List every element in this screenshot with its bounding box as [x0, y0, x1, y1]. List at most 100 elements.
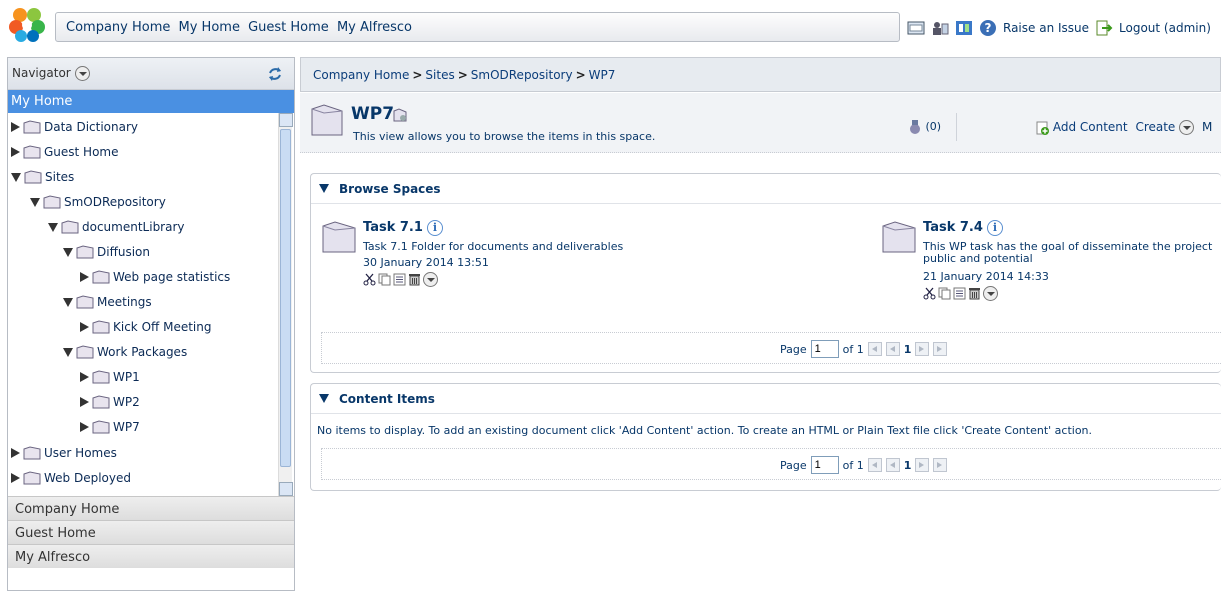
tree-item-wp2[interactable]: WP2: [80, 392, 140, 412]
alfresco-logo-icon[interactable]: [8, 6, 46, 42]
next-page-button[interactable]: [915, 458, 930, 472]
expand-icon[interactable]: [80, 272, 89, 282]
tree-item-guest-home[interactable]: Guest Home: [11, 142, 119, 162]
navigator-dropdown-icon[interactable]: [74, 66, 90, 81]
breadcrumb: Company Home > Sites > SmODRepository > WP7: [300, 57, 1221, 92]
space-folder-icon: [76, 245, 94, 259]
space-item-title[interactable]: Task 7.1 i: [363, 220, 443, 236]
more-actions-menu[interactable]: M: [1202, 120, 1212, 134]
collapse-icon[interactable]: [30, 197, 40, 207]
toggle-shelf-icon[interactable]: [955, 19, 973, 37]
space-item-actions: [363, 272, 438, 287]
tree-item-wp7[interactable]: WP7: [80, 417, 140, 437]
space-item-title-text[interactable]: Task 7.4: [923, 220, 983, 235]
breadcrumb-company-home[interactable]: Company Home: [313, 68, 409, 82]
nav-my-home[interactable]: My Home: [179, 20, 240, 35]
page-number-input[interactable]: [810, 456, 839, 474]
tree-item-work-packages[interactable]: Work Packages: [63, 342, 187, 362]
prev-page-button[interactable]: [885, 458, 900, 472]
help-icon[interactable]: ?: [979, 19, 997, 37]
expand-icon[interactable]: [11, 448, 20, 458]
pager-label: Page: [780, 342, 807, 356]
expand-icon[interactable]: [11, 473, 20, 483]
expand-icon[interactable]: [80, 397, 89, 407]
refresh-icon[interactable]: [266, 65, 284, 83]
tree-item-user-homes[interactable]: User Homes: [11, 443, 117, 463]
scroll-down-button[interactable]: [279, 482, 293, 496]
info-icon[interactable]: i: [426, 220, 443, 236]
expand-icon[interactable]: [11, 147, 20, 157]
add-content-button[interactable]: Add Content: [1053, 120, 1128, 134]
info-icon[interactable]: i: [986, 220, 1003, 236]
sidebar-section-my-home[interactable]: My Home: [8, 90, 294, 113]
copy-icon[interactable]: [938, 287, 951, 300]
nav-guest-home[interactable]: Guest Home: [248, 20, 329, 35]
details-icon[interactable]: [393, 273, 406, 286]
nav-my-alfresco[interactable]: My Alfresco: [337, 20, 412, 35]
collapse-icon[interactable]: [63, 347, 73, 357]
breadcrumb-separator: >: [575, 68, 586, 82]
tree-item-label: WP2: [113, 395, 140, 409]
logout-link[interactable]: Logout (admin): [1119, 21, 1211, 35]
tree-item-web-deployed[interactable]: Web Deployed: [11, 468, 131, 488]
tree-item-diffusion[interactable]: Diffusion: [63, 242, 150, 262]
tree-item-kick-off-meeting[interactable]: Kick Off Meeting: [80, 317, 211, 337]
pager-total: of 1: [842, 458, 864, 472]
user-profile-icon[interactable]: [931, 19, 949, 37]
space-folder-icon[interactable]: [881, 220, 917, 254]
tree-item-data-dictionary[interactable]: Data Dictionary: [11, 117, 138, 137]
rss-feed[interactable]: (0): [908, 119, 941, 135]
tree-item-web-page-statistics[interactable]: Web page statistics: [80, 267, 230, 287]
more-actions-icon[interactable]: [423, 272, 438, 287]
sidebar-section-company-home[interactable]: Company Home: [8, 496, 294, 520]
browse-spaces-header[interactable]: Browse Spaces: [311, 174, 1221, 204]
delete-icon[interactable]: [968, 287, 981, 300]
expand-icon[interactable]: [80, 322, 89, 332]
raise-issue-link[interactable]: Raise an Issue: [1003, 21, 1089, 35]
sidebar-section-guest-home[interactable]: Guest Home: [8, 520, 294, 544]
space-item-title-text[interactable]: Task 7.1: [363, 220, 423, 235]
breadcrumb-sites[interactable]: Sites: [425, 68, 454, 82]
collapse-icon[interactable]: [63, 297, 73, 307]
tree-item-meetings[interactable]: Meetings: [63, 292, 152, 312]
copy-icon[interactable]: [378, 273, 391, 286]
first-page-button[interactable]: [867, 458, 882, 472]
tree-item-smodrepository[interactable]: SmODRepository: [30, 192, 166, 212]
last-page-button[interactable]: [933, 458, 948, 472]
breadcrumb-smodrepository[interactable]: SmODRepository: [471, 68, 573, 82]
cut-icon[interactable]: [923, 287, 936, 300]
cut-icon[interactable]: [363, 273, 376, 286]
space-folder-icon[interactable]: [321, 220, 357, 254]
create-menu[interactable]: Create: [1135, 120, 1175, 134]
expand-icon[interactable]: [80, 422, 89, 432]
expand-icon[interactable]: [11, 122, 20, 132]
collapse-icon[interactable]: [11, 172, 21, 182]
first-page-button[interactable]: [867, 342, 882, 356]
details-icon[interactable]: [953, 287, 966, 300]
collapse-icon[interactable]: [319, 184, 329, 193]
tree-scrollbar[interactable]: [278, 113, 293, 496]
collapse-icon[interactable]: [63, 247, 73, 257]
tree-item-wp1[interactable]: WP1: [80, 367, 140, 387]
admin-console-icon[interactable]: [907, 19, 925, 37]
expand-icon[interactable]: [80, 372, 89, 382]
space-details-icon[interactable]: [392, 107, 408, 123]
delete-icon[interactable]: [408, 273, 421, 286]
nav-company-home[interactable]: Company Home: [66, 20, 170, 35]
prev-page-button[interactable]: [885, 342, 900, 356]
space-item-title[interactable]: Task 7.4 i: [923, 220, 1003, 236]
last-page-button[interactable]: [933, 342, 948, 356]
page-number-input[interactable]: [810, 340, 839, 358]
collapse-icon[interactable]: [319, 394, 329, 403]
collapse-icon[interactable]: [48, 222, 58, 232]
breadcrumb-wp7[interactable]: WP7: [589, 68, 616, 82]
tree-item-sites[interactable]: Sites: [11, 167, 74, 187]
scroll-up-button[interactable]: [279, 113, 293, 127]
create-dropdown-icon[interactable]: [1179, 120, 1195, 135]
more-actions-icon[interactable]: [983, 286, 998, 301]
sidebar-section-my-alfresco[interactable]: My Alfresco: [8, 544, 294, 568]
tree-item-documentlibrary[interactable]: documentLibrary: [48, 217, 185, 237]
scroll-thumb[interactable]: [280, 129, 291, 467]
content-items-header[interactable]: Content Items: [311, 384, 1221, 414]
next-page-button[interactable]: [915, 342, 930, 356]
